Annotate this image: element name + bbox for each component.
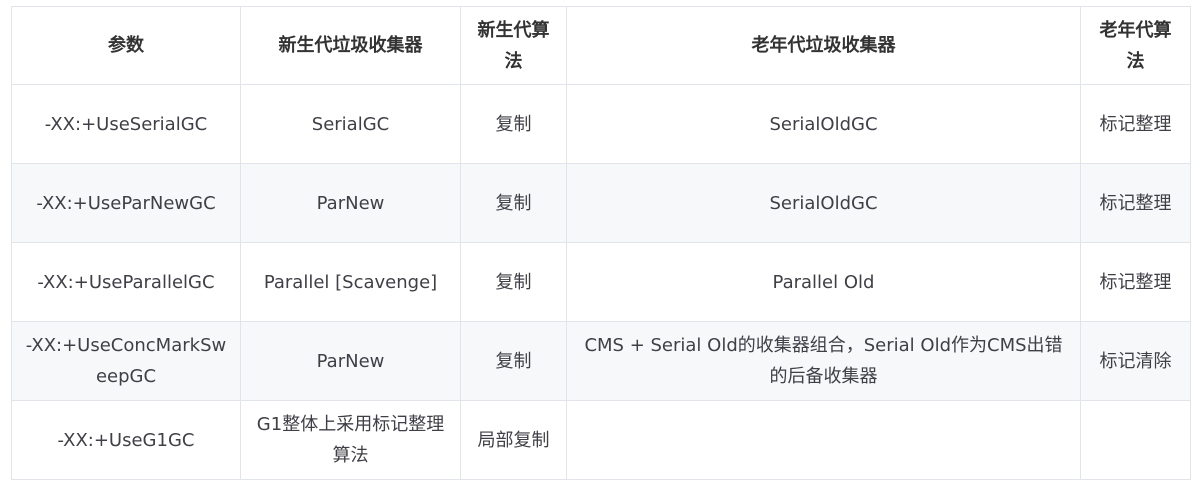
cell-old-collector: SerialOldGC [566, 84, 1081, 164]
gc-comparison-table: 参数 新生代垃圾收集器 新生代算法 老年代垃圾收集器 老年代算法 -XX:+Us… [11, 6, 1191, 480]
cell-old-algorithm: 标记清除 [1080, 321, 1191, 401]
cell-param: -XX:+UseG1GC [11, 400, 241, 480]
cell-young-collector: ParNew [240, 163, 461, 243]
cell-young-algorithm: 复制 [460, 84, 567, 164]
header-young-algorithm: 新生代算法 [460, 6, 567, 85]
cell-young-algorithm: 局部复制 [460, 400, 567, 480]
table-body: -XX:+UseSerialGC SerialGC 复制 SerialOldGC… [11, 84, 1191, 480]
table-row: -XX:+UseSerialGC SerialGC 复制 SerialOldGC… [11, 84, 1191, 164]
table-row: -XX:+UseParallelGC Parallel [Scavenge] 复… [11, 242, 1191, 322]
cell-param: -XX:+UseParallelGC [11, 242, 241, 322]
table-row: -XX:+UseG1GC G1整体上采用标记整理算法 局部复制 [11, 400, 1191, 480]
cell-old-collector: SerialOldGC [566, 163, 1081, 243]
cell-old-collector: CMS + Serial Old的收集器组合，Serial Old作为CMS出错… [566, 321, 1081, 401]
cell-old-algorithm [1080, 400, 1191, 480]
cell-young-collector: Parallel [Scavenge] [240, 242, 461, 322]
header-old-collector: 老年代垃圾收集器 [566, 6, 1081, 85]
cell-young-algorithm: 复制 [460, 242, 567, 322]
cell-young-collector: G1整体上采用标记整理算法 [240, 400, 461, 480]
table-header: 参数 新生代垃圾收集器 新生代算法 老年代垃圾收集器 老年代算法 [11, 6, 1191, 85]
table-row: -XX:+UseParNewGC ParNew 复制 SerialOldGC 标… [11, 163, 1191, 243]
cell-param: -XX:+UseConcMarkSweepGC [11, 321, 241, 401]
header-young-collector: 新生代垃圾收集器 [240, 6, 461, 85]
header-param: 参数 [11, 6, 241, 85]
cell-old-collector: Parallel Old [566, 242, 1081, 322]
cell-young-collector: ParNew [240, 321, 461, 401]
header-old-algorithm: 老年代算法 [1080, 6, 1191, 85]
cell-young-algorithm: 复制 [460, 163, 567, 243]
cell-young-algorithm: 复制 [460, 321, 567, 401]
gc-table-container: 参数 新生代垃圾收集器 新生代算法 老年代垃圾收集器 老年代算法 -XX:+Us… [11, 6, 1191, 480]
cell-old-algorithm: 标记整理 [1080, 242, 1191, 322]
table-row: -XX:+UseConcMarkSweepGC ParNew 复制 CMS + … [11, 321, 1191, 401]
cell-young-collector: SerialGC [240, 84, 461, 164]
cell-old-collector [566, 400, 1081, 480]
cell-old-algorithm: 标记整理 [1080, 163, 1191, 243]
cell-param: -XX:+UseSerialGC [11, 84, 241, 164]
cell-param: -XX:+UseParNewGC [11, 163, 241, 243]
header-row: 参数 新生代垃圾收集器 新生代算法 老年代垃圾收集器 老年代算法 [11, 6, 1191, 85]
cell-old-algorithm: 标记整理 [1080, 84, 1191, 164]
